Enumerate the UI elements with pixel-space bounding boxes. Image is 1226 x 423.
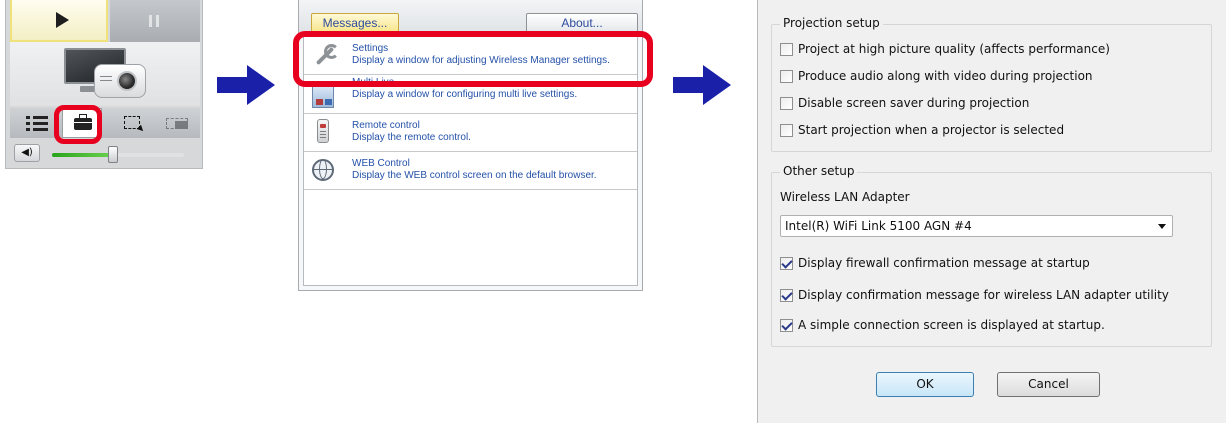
multi-screen-button[interactable] [156, 108, 200, 138]
checkbox[interactable] [780, 123, 793, 137]
menu-item-title: Remote control [352, 120, 420, 131]
speaker-icon: ◀) [21, 147, 33, 158]
multi-screen-icon [166, 118, 188, 129]
speaker-button[interactable]: ◀) [14, 144, 40, 162]
menu-item-desc: Display the WEB control screen on the de… [352, 170, 597, 181]
arrow-right-icon [217, 65, 275, 105]
list-icon [26, 116, 48, 119]
play-button[interactable] [10, 0, 108, 42]
volume-slider-thumb[interactable] [108, 146, 118, 163]
menu-item-desc: Display the remote control. [352, 132, 471, 143]
projector-icon [94, 64, 146, 98]
menu-item-web-control[interactable]: WEB Control Display the WEB control scre… [304, 152, 637, 190]
settings-dialog: Projection setup Project at high picture… [757, 0, 1226, 423]
other-setup-group: Other setup Wireless LAN Adapter Intel(R… [771, 164, 1212, 347]
volume-slider-track[interactable] [52, 153, 184, 157]
menu-item-desc: Display a window for configuring multi l… [352, 89, 578, 100]
remote-control-icon [317, 119, 329, 143]
checkbox[interactable] [780, 69, 793, 83]
device-display [10, 42, 200, 106]
checkbox-high-quality[interactable]: Project at high picture quality (affects… [780, 42, 1110, 56]
checkbox-simple-screen[interactable]: A simple connection screen is displayed … [780, 318, 1105, 332]
projection-setup-group: Projection setup Project at high picture… [771, 16, 1212, 152]
messages-button[interactable]: Messages... [311, 13, 399, 33]
ok-button[interactable]: OK [876, 372, 974, 397]
arrow-right-icon [673, 65, 731, 105]
checkbox-firewall[interactable]: Display firewall confirmation message at… [780, 256, 1090, 270]
group-legend: Other setup [780, 164, 858, 178]
highlight-box [293, 31, 653, 87]
launcher-toolbar [10, 108, 200, 138]
chevron-down-icon [1158, 224, 1166, 229]
adapter-select[interactable]: Intel(R) WiFi Link 5100 AGN #4 [780, 215, 1173, 237]
select-area-icon [124, 116, 140, 129]
globe-icon [312, 159, 334, 181]
multi-live-icon [312, 86, 334, 108]
adapter-label: Wireless LAN Adapter [780, 190, 910, 204]
checkbox[interactable] [780, 288, 793, 302]
checkbox-audio[interactable]: Produce audio along with video during pr… [780, 69, 1093, 83]
pause-button[interactable] [110, 0, 200, 42]
checkbox[interactable] [780, 318, 793, 332]
adapter-select-value: Intel(R) WiFi Link 5100 AGN #4 [785, 219, 972, 233]
checkbox[interactable] [780, 256, 793, 270]
highlight-box [54, 105, 102, 144]
checkbox-adapter-utility[interactable]: Display confirmation message for wireles… [780, 288, 1169, 302]
checkbox-start-projection[interactable]: Start projection when a projector is sel… [780, 123, 1064, 137]
about-button[interactable]: About... [526, 13, 638, 33]
checkbox-screen-saver[interactable]: Disable screen saver during projection [780, 96, 1029, 110]
menu-item-remote-control[interactable]: Remote control Display the remote contro… [304, 114, 637, 152]
cancel-button[interactable]: Cancel [997, 372, 1100, 397]
menu-item-title: WEB Control [352, 158, 410, 169]
group-legend: Projection setup [780, 16, 883, 30]
checkbox[interactable] [780, 42, 793, 56]
checkbox[interactable] [780, 96, 793, 110]
menu-tabbar: Messages... About... [299, 0, 642, 33]
volume-bar: ◀) [10, 140, 200, 168]
menu-empty-area [304, 191, 637, 285]
launcher-panel: ◀) [5, 0, 203, 169]
